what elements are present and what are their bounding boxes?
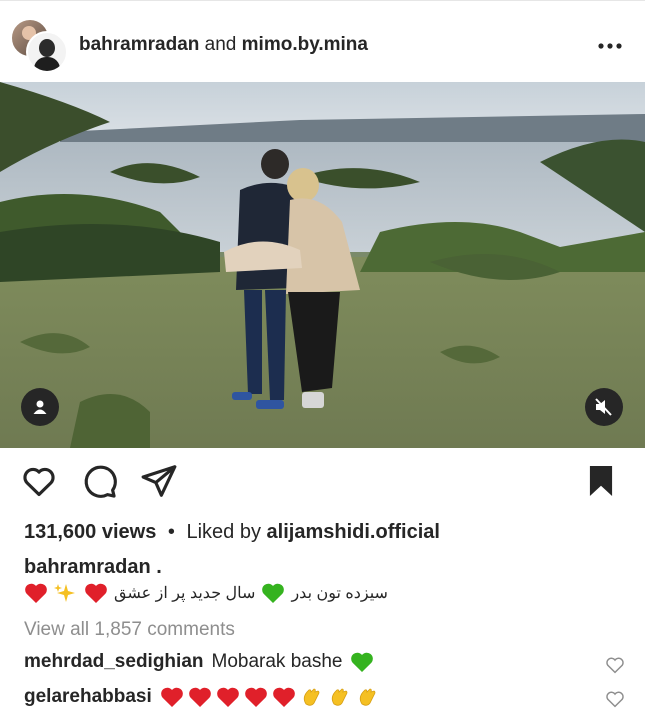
green-heart-icon — [262, 583, 285, 603]
clapping-hands-icon — [303, 688, 320, 706]
caption-text: سال جدید پر از عشق سیزده تون بدر — [24, 582, 388, 604]
post-header: bahramradan and mimo.by.mina — [0, 14, 645, 73]
view-all-comments-link[interactable]: View all 1,857 comments — [24, 619, 235, 641]
views-count[interactable]: 131,600 views — [24, 521, 156, 543]
sparkles-icon — [54, 584, 75, 602]
views-and-likes: 131,600 views • Liked by alijamshidi.off… — [24, 521, 440, 544]
comment-item: mehrdad_sedighian Mobarak bashe — [24, 651, 374, 673]
top-divider — [0, 0, 645, 1]
green-heart-icon — [351, 652, 374, 672]
more-dots-icon[interactable] — [597, 32, 623, 52]
paper-plane-icon[interactable] — [140, 462, 180, 502]
comment-username[interactable]: gelarehabbasi — [24, 686, 152, 708]
clapping-hands-icon — [331, 688, 348, 706]
bookmark-filled-icon[interactable] — [582, 462, 622, 502]
authors-conjunction: and — [204, 34, 237, 55]
post-authors: bahramradan and mimo.by.mina — [79, 34, 368, 56]
clapping-hands-icon — [359, 688, 376, 706]
comment-text: Mobarak bashe — [211, 651, 343, 672]
caption-text-part2: سال جدید پر از عشق — [114, 585, 256, 602]
comment-item: gelarehabbasi — [24, 686, 380, 708]
comment-username[interactable]: mehrdad_sedighian — [24, 651, 204, 673]
caption-text-part1: سیزده تون بدر — [291, 585, 388, 602]
post-media[interactable] — [0, 82, 645, 448]
liked-by-user[interactable]: alijamshidi.official — [267, 521, 440, 543]
heart-outline-icon[interactable] — [20, 462, 60, 502]
action-bar — [0, 462, 645, 506]
comment-like-heart-icon[interactable] — [605, 656, 625, 674]
stats-separator: • — [167, 521, 175, 543]
red-heart-icon — [272, 687, 295, 707]
liked-by-prefix: Liked by — [186, 521, 261, 543]
muted-speaker-icon[interactable] — [585, 388, 623, 426]
author-username-1[interactable]: bahramradan — [79, 34, 199, 55]
person-icon[interactable] — [21, 388, 59, 426]
media-scene — [0, 82, 645, 448]
author-username-2[interactable]: mimo.by.mina — [242, 34, 368, 55]
comment-emoji-text — [160, 686, 380, 708]
red-heart-icon — [160, 687, 183, 707]
red-heart-icon — [85, 583, 107, 603]
caption-owner[interactable]: bahramradan . — [24, 556, 162, 579]
avatar-primary[interactable] — [26, 31, 68, 73]
red-heart-icon — [188, 687, 211, 707]
red-heart-icon — [25, 583, 47, 603]
red-heart-icon — [244, 687, 267, 707]
comment-like-heart-icon[interactable] — [605, 690, 625, 708]
collab-avatars[interactable] — [10, 18, 68, 73]
comment-bubble-icon[interactable] — [80, 462, 120, 502]
red-heart-icon — [216, 687, 239, 707]
